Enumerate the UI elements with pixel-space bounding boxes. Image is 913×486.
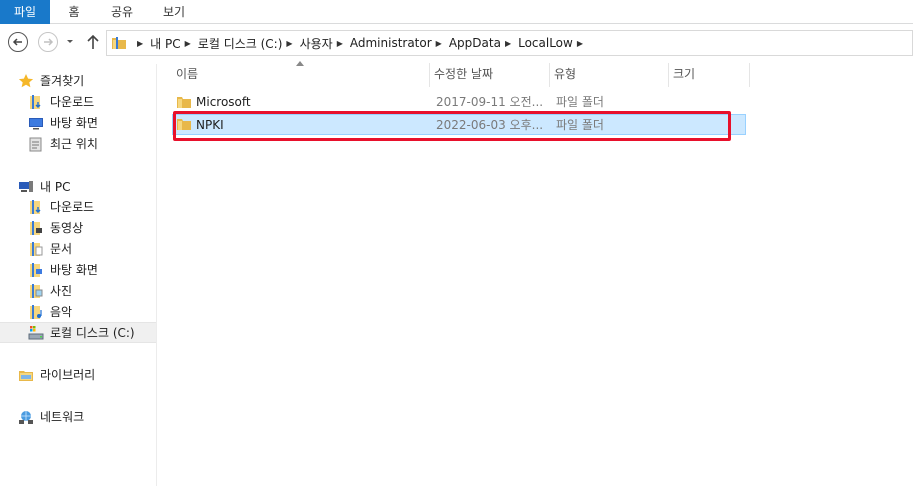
tab-file[interactable]: 파일: [0, 0, 50, 24]
music-folder-icon: [28, 304, 44, 320]
breadcrumb-separator[interactable]: ▶: [185, 39, 191, 48]
sidebar-item-label: 다운로드: [50, 95, 95, 109]
sidebar-item-music[interactable]: 음악: [28, 301, 72, 322]
forward-button[interactable]: [38, 32, 58, 52]
downloads-folder-icon: [28, 94, 44, 110]
sidebar-network-label: 네트워크: [40, 410, 85, 424]
up-arrow-icon[interactable]: [86, 33, 100, 51]
downloads-folder-icon: [28, 199, 44, 215]
recent-places-icon: [28, 136, 44, 152]
sidebar-item-pc-downloads[interactable]: 다운로드: [28, 196, 94, 217]
sidebar-item-label: 최근 위치: [50, 137, 98, 151]
ribbon-tabs: 파일 홈 공유 보기: [0, 0, 913, 24]
file-type: 파일 폴더: [556, 95, 604, 109]
sidebar-item-label: 다운로드: [50, 200, 95, 214]
breadcrumb-separator[interactable]: ▶: [436, 39, 442, 48]
breadcrumb-appdata[interactable]: AppData: [449, 36, 501, 50]
recent-locations-chevron-icon[interactable]: [64, 35, 76, 47]
sidebar-item-local-disk[interactable]: 로컬 디스크 (C:): [0, 322, 156, 343]
libraries-icon: [18, 367, 34, 383]
tab-share[interactable]: 공유: [98, 0, 146, 24]
sidebar-item-label: 음악: [50, 305, 73, 319]
sidebar-item-label: 동영상: [50, 221, 84, 235]
file-date: 2017-09-11 오전...: [436, 95, 544, 109]
sidebar-item-label: 사진: [50, 284, 73, 298]
sidebar-item-label: 로컬 디스크 (C:): [50, 326, 135, 340]
breadcrumb-pc[interactable]: 내 PC: [150, 35, 180, 52]
star-icon: [18, 73, 34, 89]
desktop-folder-icon: [28, 262, 44, 278]
arrow-left-icon: [12, 38, 22, 46]
breadcrumb-separator[interactable]: ▶: [505, 39, 511, 48]
sidebar-libraries-label: 라이브러리: [40, 368, 96, 382]
breadcrumb-users[interactable]: 사용자: [300, 35, 333, 52]
column-header-type[interactable]: 유형: [550, 63, 669, 87]
computer-icon: [18, 179, 34, 195]
file-name: Microsoft: [196, 95, 251, 109]
breadcrumb-locallow[interactable]: LocalLow: [518, 36, 573, 50]
navigation-bar: ▶ 내 PC ▶ 로컬 디스크 (C:) ▶ 사용자 ▶ Administrat…: [0, 27, 913, 59]
pictures-folder-icon: [28, 283, 44, 299]
breadcrumb-separator[interactable]: ▶: [577, 39, 583, 48]
address-bar[interactable]: ▶ 내 PC ▶ 로컬 디스크 (C:) ▶ 사용자 ▶ Administrat…: [106, 30, 913, 56]
sidebar-item-videos[interactable]: 동영상: [28, 217, 83, 238]
videos-folder-icon: [28, 220, 44, 236]
highlight-annotation: [173, 111, 731, 141]
desktop-icon: [28, 115, 44, 131]
breadcrumb-separator[interactable]: ▶: [286, 39, 292, 48]
back-button[interactable]: [8, 32, 28, 52]
sidebar-favorites-label: 즐겨찾기: [40, 74, 85, 88]
sidebar-item-pictures[interactable]: 사진: [28, 280, 72, 301]
column-header-name[interactable]: 이름: [172, 63, 430, 87]
sidebar-item-desktop[interactable]: 바탕 화면: [28, 112, 98, 133]
drive-icon: [28, 325, 44, 341]
sidebar-item-pc-desktop[interactable]: 바탕 화면: [28, 259, 98, 280]
sidebar-libraries[interactable]: 라이브러리: [18, 364, 95, 385]
column-header-size[interactable]: 크기: [669, 63, 750, 87]
sidebar-item-label: 바탕 화면: [50, 116, 98, 130]
breadcrumb-administrator[interactable]: Administrator: [350, 36, 432, 50]
sidebar-item-recent[interactable]: 최근 위치: [28, 133, 98, 154]
sidebar-item-documents[interactable]: 문서: [28, 238, 72, 259]
documents-folder-icon: [28, 241, 44, 257]
sidebar-item-label: 문서: [50, 242, 73, 256]
folder-icon: [112, 37, 126, 49]
sidebar-network[interactable]: 네트워크: [18, 406, 84, 427]
sidebar-this-pc[interactable]: 내 PC: [18, 176, 70, 197]
breadcrumb-separator[interactable]: ▶: [137, 39, 143, 48]
tab-view[interactable]: 보기: [150, 0, 198, 24]
sidebar-favorites[interactable]: 즐겨찾기: [18, 70, 84, 91]
file-row-microsoft[interactable]: Microsoft 2017-09-11 오전... 파일 폴더: [172, 92, 746, 113]
tab-home[interactable]: 홈: [52, 0, 96, 24]
column-header-date[interactable]: 수정한 날짜: [430, 63, 550, 87]
breadcrumb-local-disk[interactable]: 로컬 디스크 (C:): [198, 35, 283, 52]
arrow-right-icon: [44, 38, 54, 46]
network-icon: [18, 409, 34, 425]
breadcrumb-separator[interactable]: ▶: [337, 39, 343, 48]
file-size: [674, 92, 744, 113]
sidebar-item-label: 바탕 화면: [50, 263, 98, 277]
folder-icon: [177, 97, 191, 108]
navigation-pane: 즐겨찾기 다운로드 바탕 화면 최근 위치 내 PC 다운로드 동영상 문서 바…: [0, 64, 157, 486]
sidebar-this-pc-label: 내 PC: [40, 180, 71, 194]
sidebar-item-downloads[interactable]: 다운로드: [28, 91, 94, 112]
